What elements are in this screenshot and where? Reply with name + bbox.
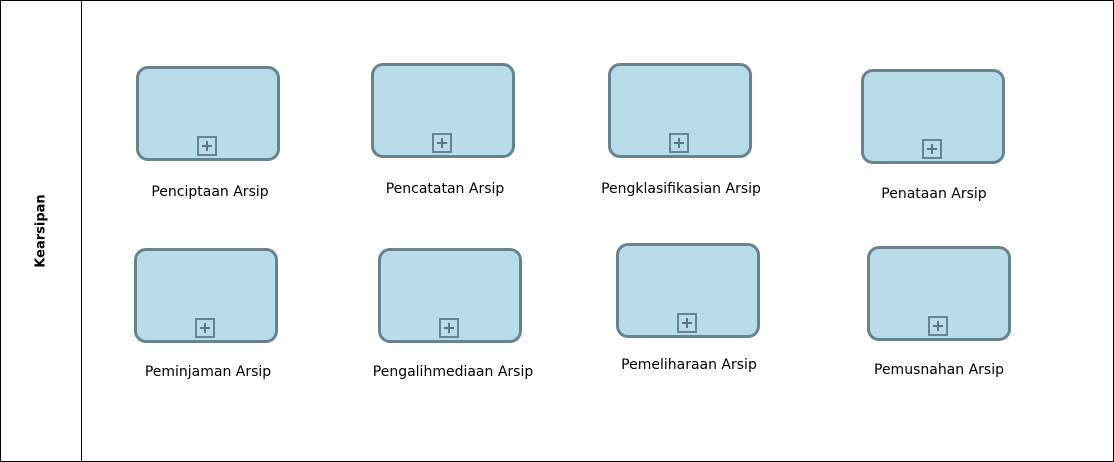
task-label: Pengalihmediaan Arsip bbox=[372, 364, 534, 380]
plus-icon[interactable] bbox=[432, 133, 452, 153]
subprocess-task[interactable] bbox=[378, 248, 522, 343]
task-label: Penataan Arsip bbox=[881, 186, 987, 202]
plus-icon[interactable] bbox=[195, 318, 215, 338]
diagram-pool: Kearsipan Penciptaan Arsip Pencatatan Ar… bbox=[0, 0, 1114, 462]
subprocess-task[interactable] bbox=[861, 69, 1005, 164]
task-label: Peminjaman Arsip bbox=[144, 364, 272, 380]
subprocess-task[interactable] bbox=[134, 248, 278, 343]
task-label: Pencatatan Arsip bbox=[385, 181, 505, 197]
task-label: Pemeliharaan Arsip bbox=[621, 357, 757, 373]
plus-icon[interactable] bbox=[197, 136, 217, 156]
lane-label: Kearsipan bbox=[33, 194, 49, 268]
subprocess-task[interactable] bbox=[867, 246, 1011, 341]
plus-icon[interactable] bbox=[669, 133, 689, 153]
task-label: Pengklasifikasian Arsip bbox=[601, 181, 761, 197]
plus-icon[interactable] bbox=[928, 316, 948, 336]
plus-icon[interactable] bbox=[922, 139, 942, 159]
plus-icon[interactable] bbox=[677, 313, 697, 333]
subprocess-task[interactable] bbox=[616, 243, 760, 338]
task-label: Pemusnahan Arsip bbox=[874, 362, 1004, 378]
lane-header[interactable]: Kearsipan bbox=[1, 1, 82, 461]
task-label: Penciptaan Arsip bbox=[151, 184, 269, 200]
subprocess-task[interactable] bbox=[371, 63, 515, 158]
subprocess-task[interactable] bbox=[608, 63, 752, 158]
plus-icon[interactable] bbox=[439, 318, 459, 338]
subprocess-task[interactable] bbox=[136, 66, 280, 161]
